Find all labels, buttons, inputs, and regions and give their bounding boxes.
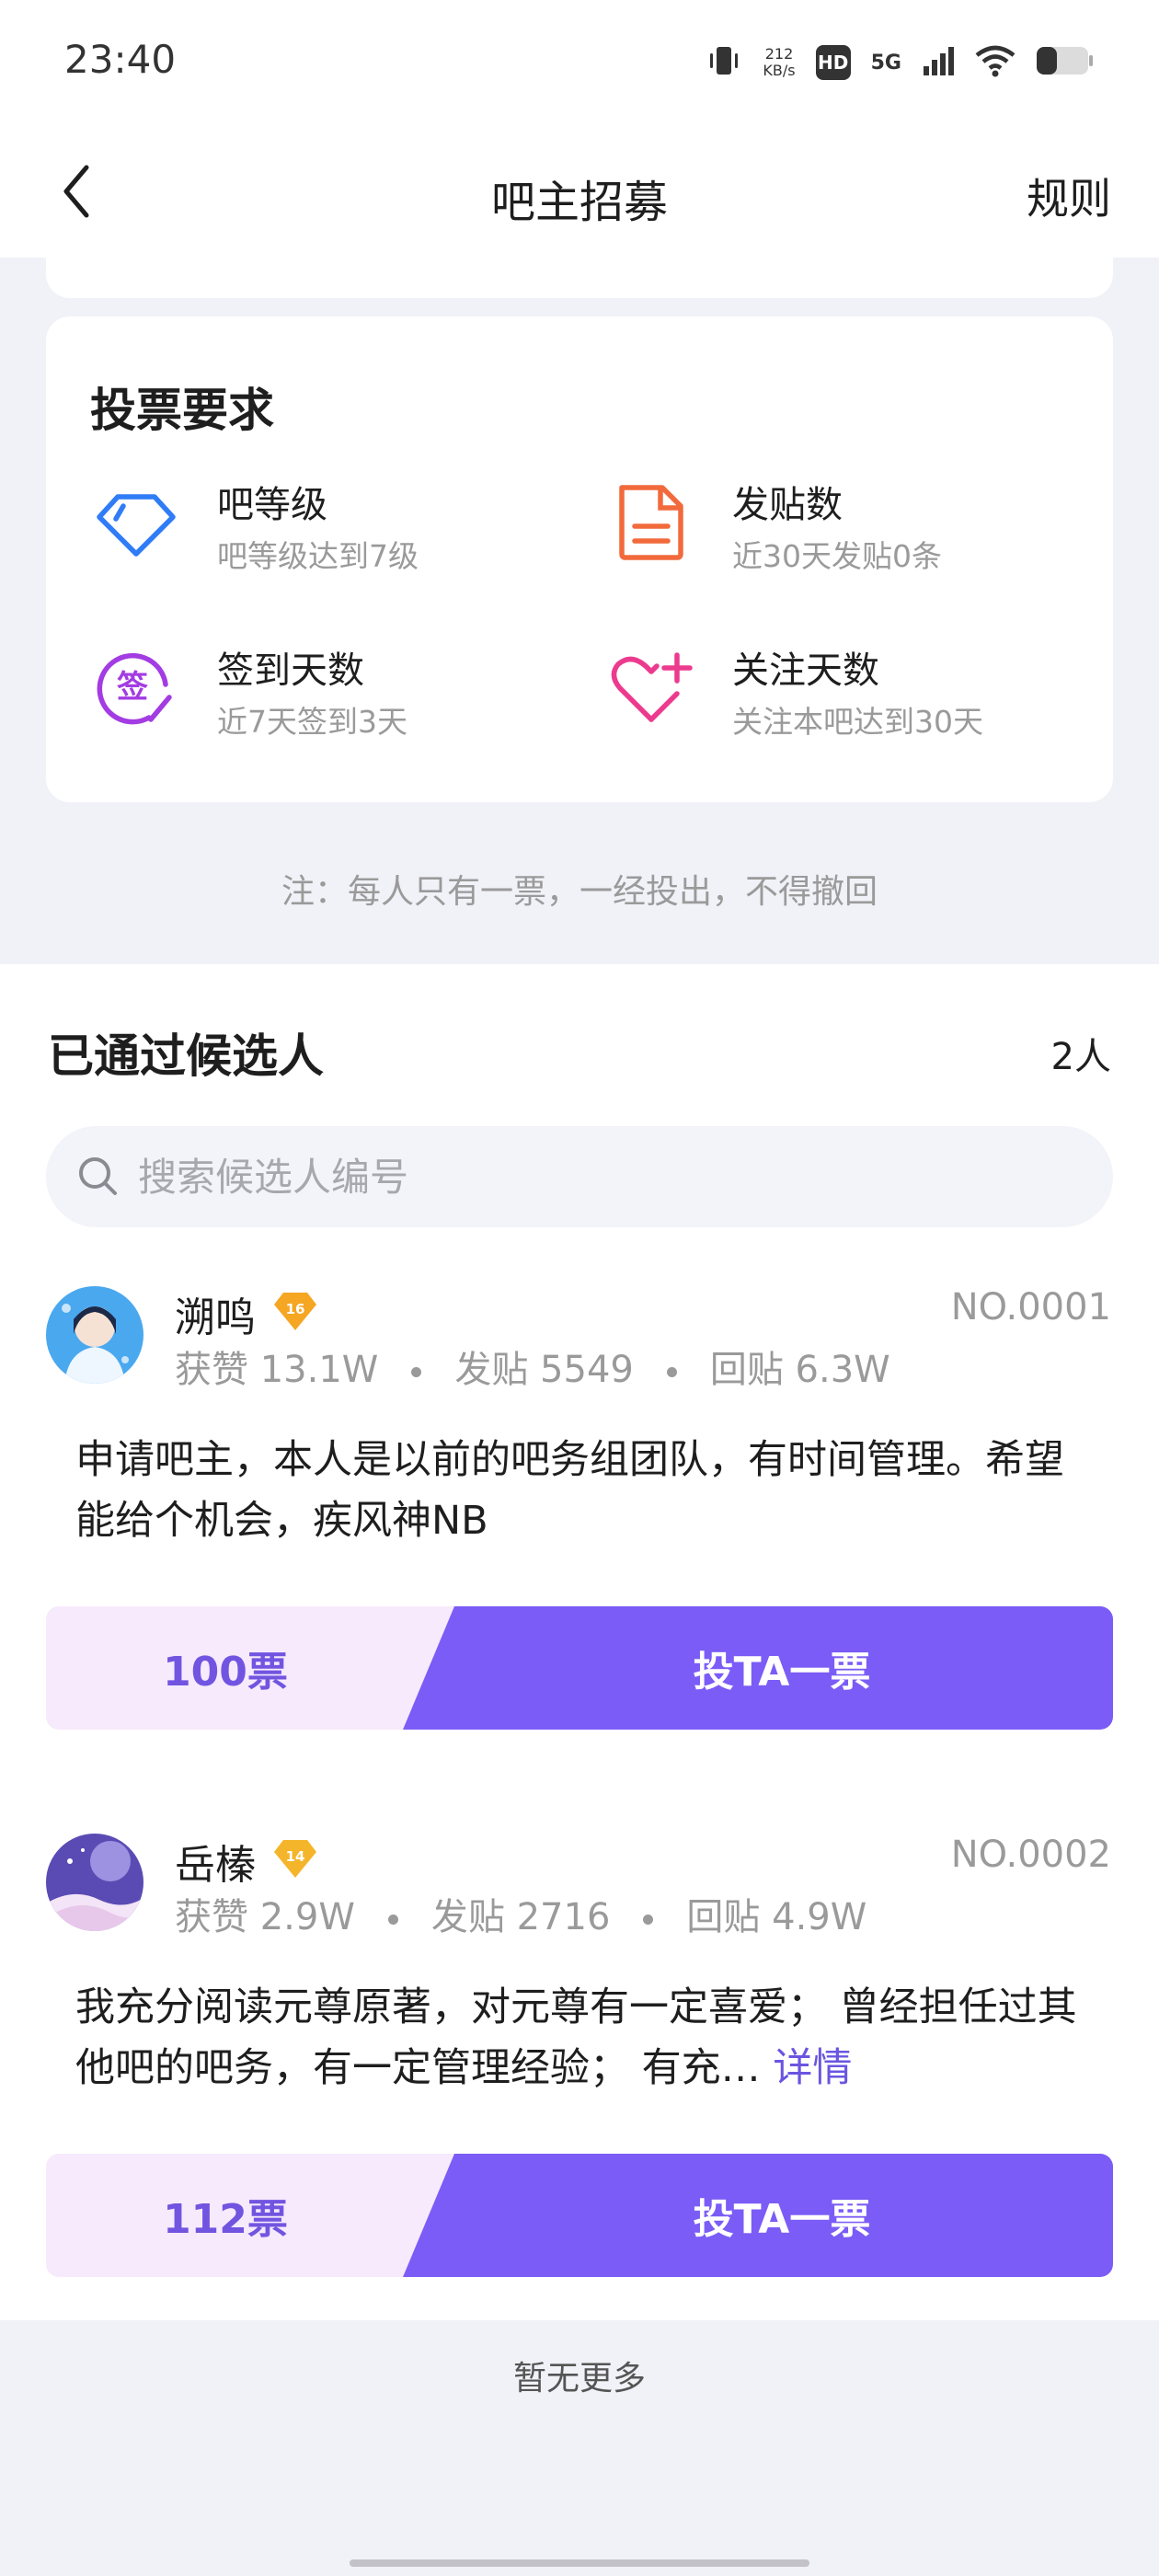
candidate-name: 岳榛 (175, 1842, 256, 1889)
candidate-description: 申请吧主，本人是以前的吧务组团队，有时间管理。希望能给个机会，疾风神NB (75, 1430, 1096, 1551)
network-speed-unit: KB/s (763, 62, 796, 79)
separator-dot (387, 1914, 398, 1925)
requirement-desc: 近7天签到3天 (217, 704, 407, 740)
no-more-text: 暂无更多 (512, 2360, 646, 2398)
candidate-stats: 获赞 13.1W 发贴 5549 回贴 6.3W (175, 1340, 890, 1393)
vote-bar: 100票 投TA一票 (46, 1606, 1113, 1730)
candidate-card: 溯鸣 16 NO.0001 获赞 13.1W 发贴 5549 回贴 6.3W 申请吧… (0, 1266, 1159, 1763)
avatar[interactable] (46, 1286, 143, 1384)
requirement-name: 签到天数 (217, 650, 364, 692)
previous-card-bottom (46, 256, 1113, 298)
document-icon (605, 477, 697, 569)
requirements-title: 投票要求 (90, 384, 274, 437)
status-bar: 23:40 212 KB/s HD 5G (0, 0, 1159, 129)
candidate-stats: 获赞 2.9W 发贴 2716 回贴 4.9W (175, 1887, 866, 1940)
heart-plus-icon (605, 642, 697, 734)
network-speed-value: 212 (764, 45, 794, 63)
vote-button[interactable]: 投TA一票 (451, 1606, 1113, 1730)
candidates-heading: 已通过候选人 (48, 1029, 324, 1083)
requirement-post-count: 发贴数 近30天发贴0条 (605, 469, 1102, 598)
wifi-icon (975, 44, 1016, 81)
level-badge: 14 (272, 1837, 318, 1880)
description-text: 我充分阅读元尊原著，对元尊有一定喜爱； 曾经担任过其他吧的吧务，有一定管理经验；… (75, 1984, 1077, 2091)
candidates-count: 2人 (1050, 1036, 1111, 1078)
diamond-icon (90, 477, 182, 569)
requirement-name: 吧等级 (217, 484, 327, 526)
vote-count: 112票 (163, 2196, 288, 2243)
separator-dot (411, 1366, 422, 1377)
vote-button[interactable]: 投TA一票 (451, 2154, 1113, 2277)
replies-stat: 回贴 6.3W (709, 1349, 890, 1391)
requirement-desc: 吧等级达到7级 (217, 538, 419, 574)
requirement-desc: 关注本吧达到30天 (732, 704, 983, 740)
search-icon (75, 1154, 121, 1200)
network-speed: 212 KB/s (763, 46, 795, 79)
requirement-follow-days: 关注天数 关注本吧达到30天 (605, 635, 1102, 764)
detail-link[interactable]: 详情 (773, 2045, 852, 2091)
candidate-number: NO.0002 (950, 1834, 1111, 1876)
rules-link[interactable]: 规则 (1027, 166, 1111, 226)
requirement-sign-in-days: 签 签到天数 近7天签到3天 (90, 635, 587, 764)
hd-badge: HD (815, 45, 851, 80)
description-text: 申请吧主，本人是以前的吧务组团队，有时间管理。希望能给个机会，疾风神NB (75, 1437, 1064, 1544)
posts-stat: 发贴 2716 (430, 1896, 611, 1938)
separator-dot (666, 1366, 677, 1377)
search-bar[interactable] (46, 1126, 1113, 1227)
vote-bar: 112票 投TA一票 (46, 2154, 1113, 2277)
likes-stat: 获赞 13.1W (175, 1349, 379, 1391)
status-icons: 212 KB/s HD 5G (706, 37, 1095, 88)
requirement-bar-level: 吧等级 吧等级达到7级 (90, 469, 587, 598)
vote-count: 100票 (163, 1649, 288, 1696)
requirement-name: 发贴数 (732, 484, 843, 526)
vote-note: 注：每人只有一票，一经投出，不得撤回 (281, 873, 878, 911)
sign-in-icon: 签 (90, 642, 182, 734)
requirement-name: 关注天数 (732, 650, 879, 692)
candidates-section: 已通过候选人 2人 溯鸣 16 NO.0001 获赞 13.1W 发贴 5549 回… (0, 964, 1159, 2320)
level-badge: 16 (272, 1290, 318, 1332)
signal-icon (922, 44, 955, 81)
likes-stat: 获赞 2.9W (175, 1896, 355, 1938)
search-input[interactable] (138, 1126, 1076, 1227)
home-indicator[interactable] (350, 2559, 809, 2567)
svg-text:签: 签 (117, 669, 148, 706)
vibrate-icon (706, 42, 742, 83)
candidate-description: 我充分阅读元尊原著，对元尊有一定喜爱； 曾经担任过其他吧的吧务，有一定管理经验；… (75, 1977, 1096, 2099)
page-title: 吧主招募 (490, 177, 668, 228)
avatar[interactable] (46, 1834, 143, 1931)
status-time: 23:40 (64, 37, 177, 82)
navigation-bar: 吧主招募 规则 (0, 129, 1159, 258)
level-value: 14 (286, 1848, 305, 1865)
voting-requirements-card: 投票要求 吧等级 吧等级达到7级 发贴数 近30天发贴0条 签 签到天数 近7天… (46, 316, 1113, 802)
network-type: 5G (870, 51, 901, 75)
battery-icon (1036, 45, 1095, 80)
level-value: 16 (286, 1301, 305, 1317)
requirement-desc: 近30天发贴0条 (732, 538, 942, 574)
candidate-number: NO.0001 (950, 1286, 1111, 1328)
posts-stat: 发贴 5549 (454, 1349, 634, 1391)
candidate-name: 溯鸣 (175, 1294, 256, 1341)
candidate-card: 岳榛 14 NO.0002 获赞 2.9W 发贴 2716 回贴 4.9W 我充分阅… (0, 1813, 1159, 2310)
separator-dot (643, 1914, 654, 1925)
replies-stat: 回贴 4.9W (686, 1896, 867, 1938)
